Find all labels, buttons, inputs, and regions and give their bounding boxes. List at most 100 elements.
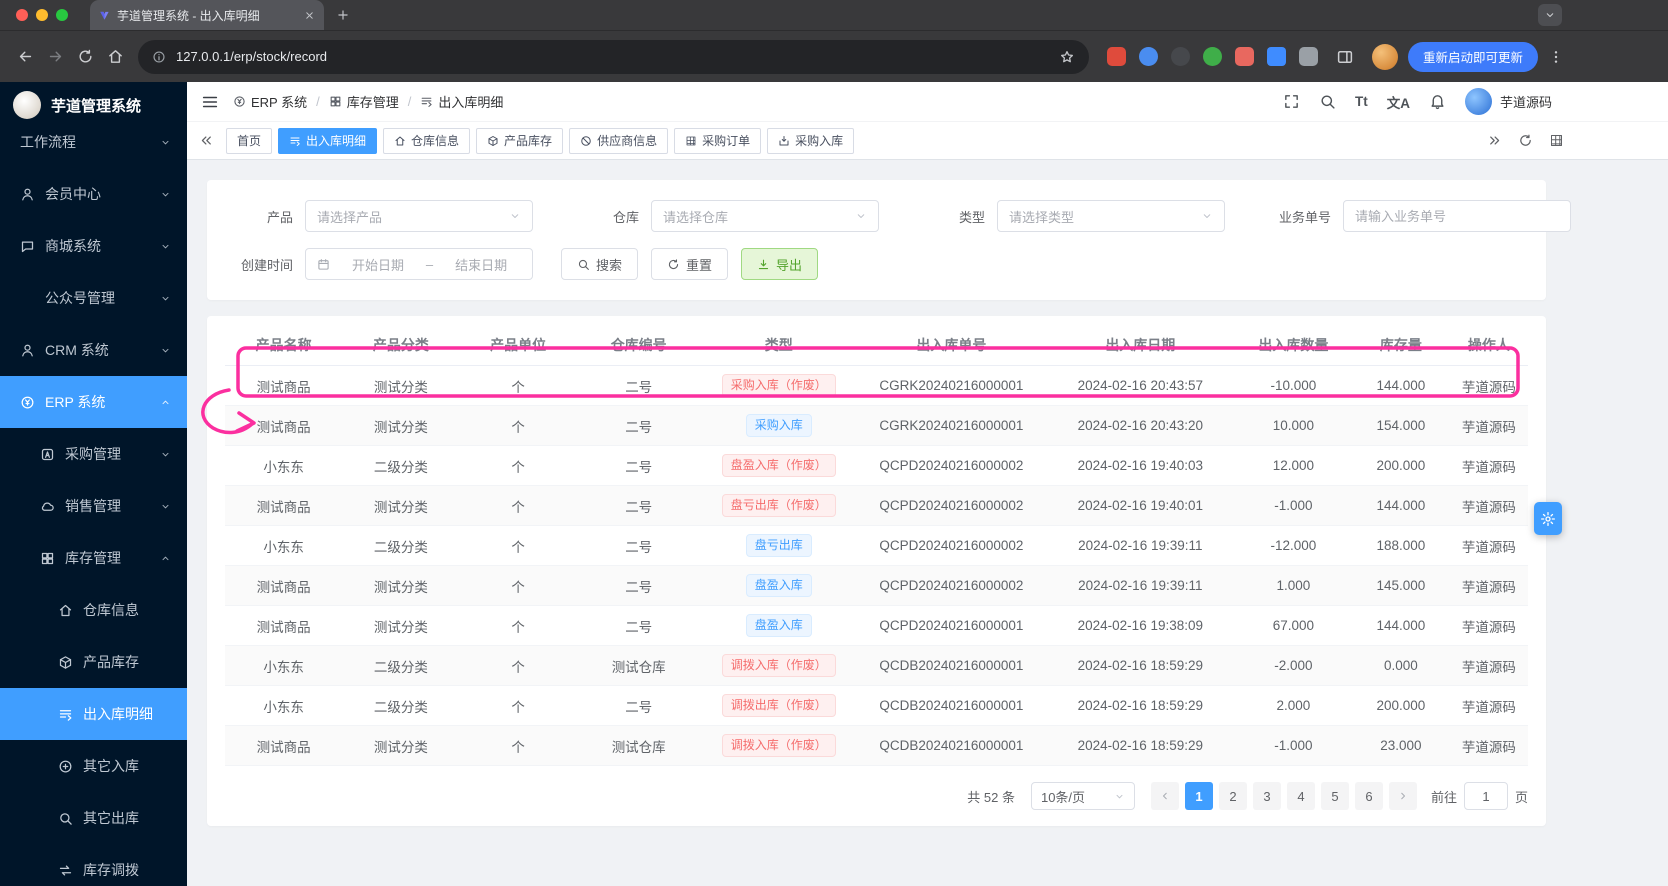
table-row[interactable]: 小东东二级分类个二号盘亏出库QCPD202402160000022024-02-… bbox=[225, 526, 1528, 566]
tab-产品库存[interactable]: 产品库存 bbox=[476, 128, 563, 154]
breadcrumb-item[interactable]: 出入库明细 bbox=[420, 92, 503, 111]
table-row[interactable]: 小东东二级分类个测试仓库调拨入库（作废）QCDB2024021600000120… bbox=[225, 646, 1528, 686]
sidebar-item-crm[interactable]: CRM 系统 bbox=[0, 324, 187, 376]
theme-settings-button[interactable] bbox=[1534, 502, 1562, 535]
table-row[interactable]: 测试商品测试分类个二号采购入库（作废）CGRK20240216000001202… bbox=[225, 366, 1528, 406]
bookmark-star-icon[interactable] bbox=[1059, 49, 1075, 65]
warehouse-select[interactable]: 请选择仓库 bbox=[651, 200, 879, 232]
sidebar-item-erp[interactable]: ERP 系统 bbox=[0, 376, 187, 428]
app-logo[interactable]: 芋道管理系统 bbox=[0, 82, 187, 128]
page-button-4[interactable]: 4 bbox=[1287, 782, 1315, 810]
fullscreen-icon[interactable] bbox=[1283, 93, 1300, 110]
refresh-page-icon[interactable] bbox=[1518, 133, 1533, 148]
layout-grid-icon[interactable] bbox=[1549, 133, 1564, 148]
prev-page-button[interactable] bbox=[1151, 782, 1179, 810]
table-row[interactable]: 测试商品测试分类个二号采购入库CGRK202402160000012024-02… bbox=[225, 406, 1528, 446]
browser-profile-avatar[interactable] bbox=[1372, 44, 1398, 70]
sidebar-item-warehouse-info[interactable]: 仓库信息 bbox=[0, 584, 187, 636]
sidebar-item-purchase[interactable]: 采购管理 bbox=[0, 428, 187, 480]
search-button[interactable]: 搜索 bbox=[561, 248, 638, 280]
tabs-scroll-right-icon[interactable] bbox=[1487, 133, 1502, 148]
tab-首页[interactable]: 首页 bbox=[226, 128, 272, 154]
browser-menu-icon[interactable] bbox=[1548, 49, 1564, 65]
extension-gray-puzzle-icon[interactable] bbox=[1299, 47, 1318, 66]
extension-coral-puzzle-icon[interactable] bbox=[1235, 47, 1254, 66]
reload-button[interactable] bbox=[70, 42, 100, 72]
breadcrumb-item[interactable]: 库存管理 bbox=[329, 92, 399, 111]
column-header[interactable]: 库存量 bbox=[1352, 335, 1450, 355]
sidebar-item-other-in[interactable]: 其它入库 bbox=[0, 740, 187, 792]
sidebar-item-member[interactable]: 会员中心 bbox=[0, 168, 187, 220]
column-header[interactable]: 产品单位 bbox=[460, 335, 577, 355]
extension-dark-icon[interactable] bbox=[1171, 47, 1190, 66]
sidebar-item-stock[interactable]: 库存管理 bbox=[0, 532, 187, 584]
table-row[interactable]: 测试商品测试分类个二号盘盈入库QCPD202402160000012024-02… bbox=[225, 606, 1528, 646]
forward-button[interactable] bbox=[40, 42, 70, 72]
page-button-5[interactable]: 5 bbox=[1321, 782, 1349, 810]
export-button[interactable]: 导出 bbox=[741, 248, 818, 280]
page-button-3[interactable]: 3 bbox=[1253, 782, 1281, 810]
extension-blue-drop-icon[interactable] bbox=[1139, 47, 1158, 66]
breadcrumb-item[interactable]: ERP 系统 bbox=[233, 92, 307, 111]
sidebar-item-mp[interactable]: 公众号管理 bbox=[0, 272, 187, 324]
search-icon[interactable] bbox=[1319, 93, 1336, 110]
sidebar-item-product-stock[interactable]: 产品库存 bbox=[0, 636, 187, 688]
column-header[interactable]: 产品名称 bbox=[225, 335, 342, 355]
page-button-6[interactable]: 6 bbox=[1355, 782, 1383, 810]
sidebar-item-stock-record[interactable]: 出入库明细 bbox=[0, 688, 187, 740]
table-row[interactable]: 小东东二级分类个二号盘盈入库（作废）QCPD202402160000022024… bbox=[225, 446, 1528, 486]
product-select[interactable]: 请选择产品 bbox=[305, 200, 533, 232]
close-window-button[interactable] bbox=[16, 9, 28, 21]
sidebar-item-stock-move[interactable]: 库存调拨 bbox=[0, 844, 187, 886]
tabs-scroll-left-icon[interactable] bbox=[199, 133, 214, 148]
reset-button[interactable]: 重置 bbox=[651, 248, 728, 280]
minimize-window-button[interactable] bbox=[36, 9, 48, 21]
tab-采购入库[interactable]: 采购入库 bbox=[767, 128, 854, 154]
page-button-2[interactable]: 2 bbox=[1219, 782, 1247, 810]
page-button-1[interactable]: 1 bbox=[1185, 782, 1213, 810]
column-header[interactable]: 产品分类 bbox=[342, 335, 459, 355]
column-header[interactable]: 仓库编号 bbox=[577, 335, 701, 355]
sidebar-item-sale[interactable]: 销售管理 bbox=[0, 480, 187, 532]
close-tab-icon[interactable] bbox=[304, 10, 315, 21]
bizno-input[interactable] bbox=[1343, 200, 1571, 232]
collapse-sidebar-icon[interactable] bbox=[201, 93, 219, 111]
next-page-button[interactable] bbox=[1389, 782, 1417, 810]
extension-layers-icon[interactable] bbox=[1267, 47, 1286, 66]
page-size-select[interactable]: 10条/页 bbox=[1031, 782, 1135, 810]
date-range-picker[interactable]: 开始日期 – 结束日期 bbox=[305, 248, 533, 280]
tab-供应商信息[interactable]: 供应商信息 bbox=[569, 128, 668, 154]
type-select[interactable]: 请选择类型 bbox=[997, 200, 1225, 232]
translate-tool[interactable]: 文A bbox=[1387, 92, 1410, 112]
user-menu[interactable]: 芋道源码 bbox=[1465, 88, 1552, 115]
extension-red-icon[interactable] bbox=[1107, 47, 1126, 66]
new-tab-button[interactable] bbox=[336, 8, 350, 22]
column-header[interactable]: 类型 bbox=[701, 335, 857, 355]
tab-search-button[interactable] bbox=[1538, 4, 1562, 26]
tab-仓库信息[interactable]: 仓库信息 bbox=[383, 128, 470, 154]
table-row[interactable]: 测试商品测试分类个测试仓库调拨入库（作废）QCDB202402160000012… bbox=[225, 726, 1528, 766]
tab-采购订单[interactable]: 采购订单 bbox=[674, 128, 761, 154]
table-row[interactable]: 小东东二级分类个二号调拨出库（作废）QCDB202402160000012024… bbox=[225, 686, 1528, 726]
column-header[interactable]: 出入库单号 bbox=[857, 335, 1046, 355]
browser-update-button[interactable]: 重新启动即可更新 bbox=[1408, 42, 1538, 72]
maximize-window-button[interactable] bbox=[56, 9, 68, 21]
browser-tab[interactable]: 芋道管理系统 - 出入库明细 bbox=[90, 0, 324, 30]
column-header[interactable]: 出入库日期 bbox=[1046, 335, 1235, 355]
notification-bell-icon[interactable] bbox=[1429, 93, 1446, 110]
sidebar-item-mall[interactable]: 商城系统 bbox=[0, 220, 187, 272]
side-panel-icon[interactable] bbox=[1336, 48, 1354, 66]
page-goto-input[interactable] bbox=[1464, 782, 1508, 810]
tab-出入库明细[interactable]: 出入库明细 bbox=[278, 128, 377, 154]
back-button[interactable] bbox=[10, 42, 40, 72]
table-row[interactable]: 测试商品测试分类个二号盘盈入库QCPD202402160000022024-02… bbox=[225, 566, 1528, 606]
column-header[interactable]: 出入库数量 bbox=[1235, 335, 1352, 355]
extension-green-icon[interactable] bbox=[1203, 47, 1222, 66]
font-size-tool[interactable]: Tt bbox=[1355, 94, 1368, 109]
site-info-icon[interactable] bbox=[152, 50, 166, 64]
browser-home-button[interactable] bbox=[100, 42, 130, 72]
sidebar-item-other-out[interactable]: 其它出库 bbox=[0, 792, 187, 844]
column-header[interactable]: 操作人 bbox=[1450, 335, 1528, 355]
address-bar[interactable]: 127.0.0.1/erp/stock/record bbox=[138, 40, 1089, 74]
table-row[interactable]: 测试商品测试分类个二号盘亏出库（作废）QCPD20240216000002202… bbox=[225, 486, 1528, 526]
